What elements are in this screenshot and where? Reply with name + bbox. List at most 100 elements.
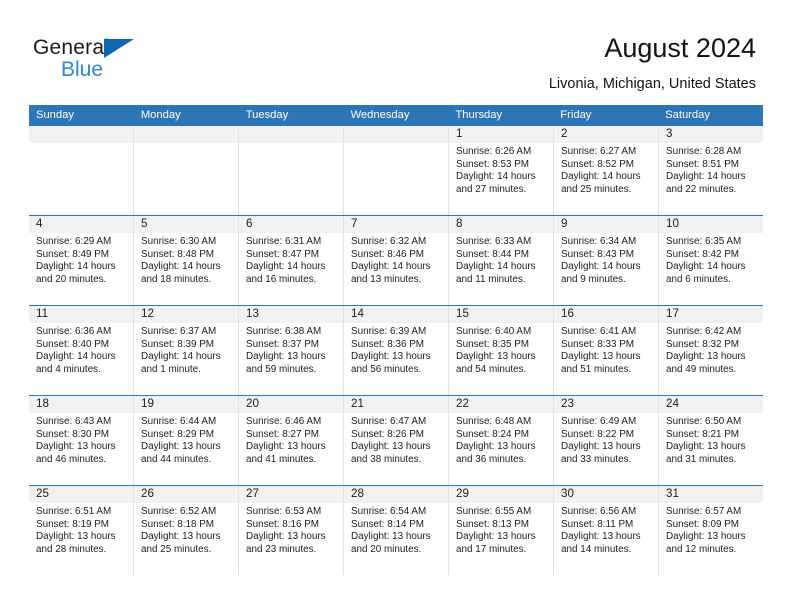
day-sun-info: Sunrise: 6:33 AM Sunset: 8:44 PM Daylight:… xyxy=(449,233,553,286)
calendar-day-cell[interactable]: 1 Sunrise: 6:26 AM Sunset: 8:53 PM Daylight… xyxy=(448,126,553,215)
day-sun-info: Sunrise: 6:29 AM Sunset: 8:49 PM Daylight:… xyxy=(29,233,133,286)
day-sun-info: Sunrise: 6:55 AM Sunset: 8:13 PM Daylight:… xyxy=(449,503,553,556)
weekday-header-row: Sunday Monday Tuesday Wednesday Thursday Frid… xyxy=(29,105,763,126)
calendar-day-cell[interactable]: 7 Sunrise: 6:32 AM Sunset: 8:46 PM Daylight… xyxy=(343,216,448,305)
day-number: 29 xyxy=(449,486,553,503)
calendar-day-cell[interactable]: 4 Sunrise: 6:29 AM Sunset: 8:49 PM Daylight… xyxy=(29,216,133,305)
sunrise-text: Sunrise: 6:32 AM xyxy=(351,236,427,247)
daylight-text-line1: Daylight: 13 hours xyxy=(456,351,536,363)
daylight-text-line1: Daylight: 14 hours xyxy=(561,261,641,273)
daylight-text-line2: and 44 minutes. xyxy=(141,453,212,465)
day-number: 5 xyxy=(134,216,238,233)
calendar-day-cell[interactable]: 15 Sunrise: 6:40 AM Sunset: 8:35 PM Dayligh… xyxy=(448,306,553,395)
sunrise-text: Sunrise: 6:42 AM xyxy=(666,326,742,337)
sunrise-text: Sunrise: 6:47 AM xyxy=(351,416,427,427)
calendar-day-cell[interactable]: 30 Sunrise: 6:56 AM Sunset: 8:11 PM Dayligh… xyxy=(553,486,658,575)
calendar-day-cell[interactable]: 28 Sunrise: 6:54 AM Sunset: 8:14 PM Dayligh… xyxy=(343,486,448,575)
sunrise-text: Sunrise: 6:34 AM xyxy=(561,236,637,247)
day-sun-info: Sunrise: 6:26 AM Sunset: 8:53 PM Daylight:… xyxy=(449,143,553,196)
daylight-text-line1: Daylight: 13 hours xyxy=(456,441,536,453)
calendar-day-cell[interactable]: 14 Sunrise: 6:39 AM Sunset: 8:36 PM Dayligh… xyxy=(343,306,448,395)
daylight-text-line1: Daylight: 13 hours xyxy=(666,441,746,453)
day-number xyxy=(239,126,343,143)
daylight-text-line2: and 46 minutes. xyxy=(36,453,107,465)
calendar-day-cell[interactable]: 19 Sunrise: 6:44 AM Sunset: 8:29 PM Dayligh… xyxy=(133,396,238,485)
calendar-day-cell[interactable]: 18 Sunrise: 6:43 AM Sunset: 8:30 PM Dayligh… xyxy=(29,396,133,485)
calendar-day-cell[interactable]: 3 Sunrise: 6:28 AM Sunset: 8:51 PM Daylight… xyxy=(658,126,763,215)
page-header: General Blue August 2024 Livonia, Michig… xyxy=(0,0,792,100)
calendar-grid: Sunday Monday Tuesday Wednesday Thursday Frid… xyxy=(29,105,763,575)
daylight-text-line2: and 31 minutes. xyxy=(666,453,737,465)
sunset-text: Sunset: 8:21 PM xyxy=(666,428,740,440)
sunrise-text: Sunrise: 6:49 AM xyxy=(561,416,637,427)
daylight-text-line2: and 14 minutes. xyxy=(561,543,632,555)
daylight-text-line1: Daylight: 14 hours xyxy=(561,171,641,183)
calendar-day-cell[interactable]: 6 Sunrise: 6:31 AM Sunset: 8:47 PM Daylight… xyxy=(238,216,343,305)
sunset-text: Sunset: 8:19 PM xyxy=(36,518,110,530)
calendar-week-row: 11 Sunrise: 6:36 AM Sunset: 8:40 PM Dayligh… xyxy=(29,305,763,395)
calendar-day-cell[interactable]: 25 Sunrise: 6:51 AM Sunset: 8:19 PM Dayligh… xyxy=(29,486,133,575)
sunset-text: Sunset: 8:24 PM xyxy=(456,428,530,440)
daylight-text-line1: Daylight: 14 hours xyxy=(141,261,221,273)
daylight-text-line1: Daylight: 13 hours xyxy=(561,351,641,363)
sunset-text: Sunset: 8:44 PM xyxy=(456,248,530,260)
calendar-day-cell[interactable]: 27 Sunrise: 6:53 AM Sunset: 8:16 PM Dayligh… xyxy=(238,486,343,575)
daylight-text-line2: and 17 minutes. xyxy=(456,543,527,555)
day-number: 6 xyxy=(239,216,343,233)
day-sun-info: Sunrise: 6:28 AM Sunset: 8:51 PM Daylight:… xyxy=(659,143,763,196)
daylight-text-line1: Daylight: 13 hours xyxy=(351,441,431,453)
day-sun-info: Sunrise: 6:37 AM Sunset: 8:39 PM Daylight:… xyxy=(134,323,238,376)
calendar-day-cell[interactable]: 13 Sunrise: 6:38 AM Sunset: 8:37 PM Dayligh… xyxy=(238,306,343,395)
daylight-text-line1: Daylight: 13 hours xyxy=(666,531,746,543)
day-number: 13 xyxy=(239,306,343,323)
brand-logo[interactable]: General Blue xyxy=(33,36,213,86)
calendar-day-cell[interactable]: 22 Sunrise: 6:48 AM Sunset: 8:24 PM Dayligh… xyxy=(448,396,553,485)
calendar-day-cell[interactable]: 31 Sunrise: 6:57 AM Sunset: 8:09 PM Dayligh… xyxy=(658,486,763,575)
calendar-day-cell[interactable]: 10 Sunrise: 6:35 AM Sunset: 8:42 PM Dayligh… xyxy=(658,216,763,305)
sunset-text: Sunset: 8:29 PM xyxy=(141,428,215,440)
calendar-day-cell[interactable]: 16 Sunrise: 6:41 AM Sunset: 8:33 PM Dayligh… xyxy=(553,306,658,395)
calendar-day-cell[interactable]: 24 Sunrise: 6:50 AM Sunset: 8:21 PM Dayligh… xyxy=(658,396,763,485)
sunrise-text: Sunrise: 6:27 AM xyxy=(561,146,637,157)
day-sun-info: Sunrise: 6:46 AM Sunset: 8:27 PM Daylight:… xyxy=(239,413,343,466)
calendar-day-cell[interactable]: 21 Sunrise: 6:47 AM Sunset: 8:26 PM Dayligh… xyxy=(343,396,448,485)
daylight-text-line1: Daylight: 14 hours xyxy=(246,261,326,273)
daylight-text-line1: Daylight: 14 hours xyxy=(456,261,536,273)
day-sun-info: Sunrise: 6:36 AM Sunset: 8:40 PM Daylight:… xyxy=(29,323,133,376)
calendar-day-cell-empty xyxy=(238,126,343,215)
sunset-text: Sunset: 8:51 PM xyxy=(666,158,740,170)
calendar-day-cell-empty xyxy=(29,126,133,215)
daylight-text-line2: and 20 minutes. xyxy=(36,273,107,285)
daylight-text-line2: and 33 minutes. xyxy=(561,453,632,465)
day-number xyxy=(134,126,238,143)
day-sun-info: Sunrise: 6:50 AM Sunset: 8:21 PM Daylight:… xyxy=(659,413,763,466)
daylight-text-line2: and 54 minutes. xyxy=(456,363,527,375)
calendar-day-cell[interactable]: 29 Sunrise: 6:55 AM Sunset: 8:13 PM Dayligh… xyxy=(448,486,553,575)
sunrise-text: Sunrise: 6:44 AM xyxy=(141,416,217,427)
calendar-day-cell[interactable]: 12 Sunrise: 6:37 AM Sunset: 8:39 PM Dayligh… xyxy=(133,306,238,395)
weekday-header-friday: Friday xyxy=(560,109,592,121)
calendar-day-cell[interactable]: 23 Sunrise: 6:49 AM Sunset: 8:22 PM Dayligh… xyxy=(553,396,658,485)
calendar-day-cell[interactable]: 11 Sunrise: 6:36 AM Sunset: 8:40 PM Dayligh… xyxy=(29,306,133,395)
calendar-day-cell[interactable]: 17 Sunrise: 6:42 AM Sunset: 8:32 PM Dayligh… xyxy=(658,306,763,395)
calendar-day-cell[interactable]: 9 Sunrise: 6:34 AM Sunset: 8:43 PM Daylight… xyxy=(553,216,658,305)
calendar-day-cell[interactable]: 2 Sunrise: 6:27 AM Sunset: 8:52 PM Daylight… xyxy=(553,126,658,215)
sunrise-text: Sunrise: 6:31 AM xyxy=(246,236,322,247)
daylight-text-line1: Daylight: 13 hours xyxy=(666,351,746,363)
daylight-text-line2: and 11 minutes. xyxy=(456,273,526,285)
calendar-day-cell[interactable]: 8 Sunrise: 6:33 AM Sunset: 8:44 PM Daylight… xyxy=(448,216,553,305)
sunrise-text: Sunrise: 6:43 AM xyxy=(36,416,112,427)
calendar-day-cell[interactable]: 5 Sunrise: 6:30 AM Sunset: 8:48 PM Daylight… xyxy=(133,216,238,305)
sunset-text: Sunset: 8:33 PM xyxy=(561,338,635,350)
daylight-text-line2: and 6 minutes. xyxy=(666,273,731,285)
sunrise-text: Sunrise: 6:35 AM xyxy=(666,236,742,247)
sunrise-text: Sunrise: 6:33 AM xyxy=(456,236,532,247)
daylight-text-line1: Daylight: 13 hours xyxy=(36,441,116,453)
calendar-week-row: 4 Sunrise: 6:29 AM Sunset: 8:49 PM Daylight… xyxy=(29,215,763,305)
sunrise-text: Sunrise: 6:36 AM xyxy=(36,326,112,337)
calendar-day-cell[interactable]: 20 Sunrise: 6:46 AM Sunset: 8:27 PM Dayligh… xyxy=(238,396,343,485)
day-number: 22 xyxy=(449,396,553,413)
calendar-day-cell[interactable]: 26 Sunrise: 6:52 AM Sunset: 8:18 PM Dayligh… xyxy=(133,486,238,575)
daylight-text-line1: Daylight: 14 hours xyxy=(456,171,536,183)
daylight-text-line2: and 41 minutes. xyxy=(246,453,317,465)
